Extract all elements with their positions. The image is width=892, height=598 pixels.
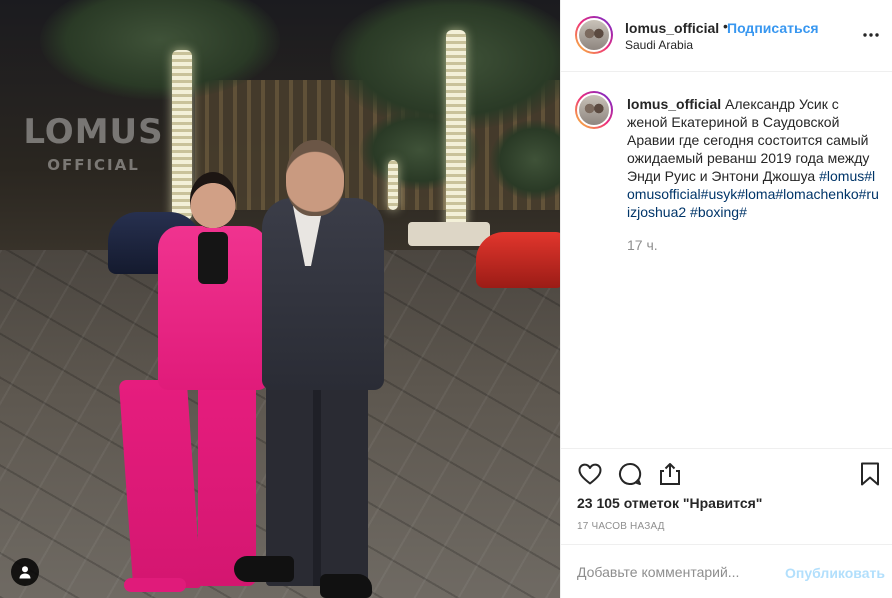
follow-button[interactable]: Подписаться [727,20,819,36]
red-car [476,232,560,288]
bookmark-icon[interactable] [857,461,883,487]
woman-leg [118,380,202,588]
heart-icon[interactable] [577,461,603,487]
likes-label: отметок "Нравится" [623,495,763,511]
post-actions: 23 105 отметок "Нравится" 17 ЧАСОВ НАЗАД [561,448,892,544]
man-head [286,140,344,216]
more-options-icon[interactable] [861,25,881,45]
palm-trunk-right [446,30,466,230]
man-shoe [234,556,294,582]
post-caption: lomus_official Александр Усик с женой Ек… [627,95,881,221]
avatar[interactable] [575,16,613,54]
woman-head [190,172,236,228]
post-header: lomus_official • Подписаться Saudi Arabi… [561,0,892,72]
header-username[interactable]: lomus_official [625,20,719,36]
man-trousers [266,376,368,586]
tagged-users-button[interactable] [11,558,39,586]
share-icon[interactable] [657,461,683,487]
caption-username[interactable]: lomus_official [627,96,721,112]
planter [408,222,490,246]
watermark-line2: OFFICIAL [47,156,140,174]
caption-area: lomus_official Александр Усик с женой Ек… [561,73,892,448]
woman-top [198,232,228,284]
post-side-panel: lomus_official • Подписаться Saudi Arabi… [560,0,892,598]
palm-trunk-far [388,160,398,210]
add-comment-bar: Опубликовать [561,544,892,598]
man-jacket [262,198,384,390]
comment-icon[interactable] [617,461,643,487]
likes-number: 23 105 [577,495,620,511]
watermark-line1: LOMUS [23,112,164,152]
caption-timestamp[interactable]: 17 ч. [627,237,658,253]
publish-button[interactable]: Опубликовать [785,565,885,581]
user-tag-icon [19,566,31,579]
likes-count[interactable]: 23 105 отметок "Нравится" [577,495,762,511]
avatar[interactable] [575,91,613,129]
posted-timestamp[interactable]: 17 ЧАСОВ НАЗАД [577,521,665,532]
location-link[interactable]: Saudi Arabia [625,38,693,52]
comment-input[interactable] [577,559,777,585]
watermark-logo: LOMUS OFFICIAL [6,114,181,174]
woman-shoe [124,578,186,592]
man-shoe [320,574,372,598]
post-photo[interactable]: LOMUS OFFICIAL [0,0,560,598]
